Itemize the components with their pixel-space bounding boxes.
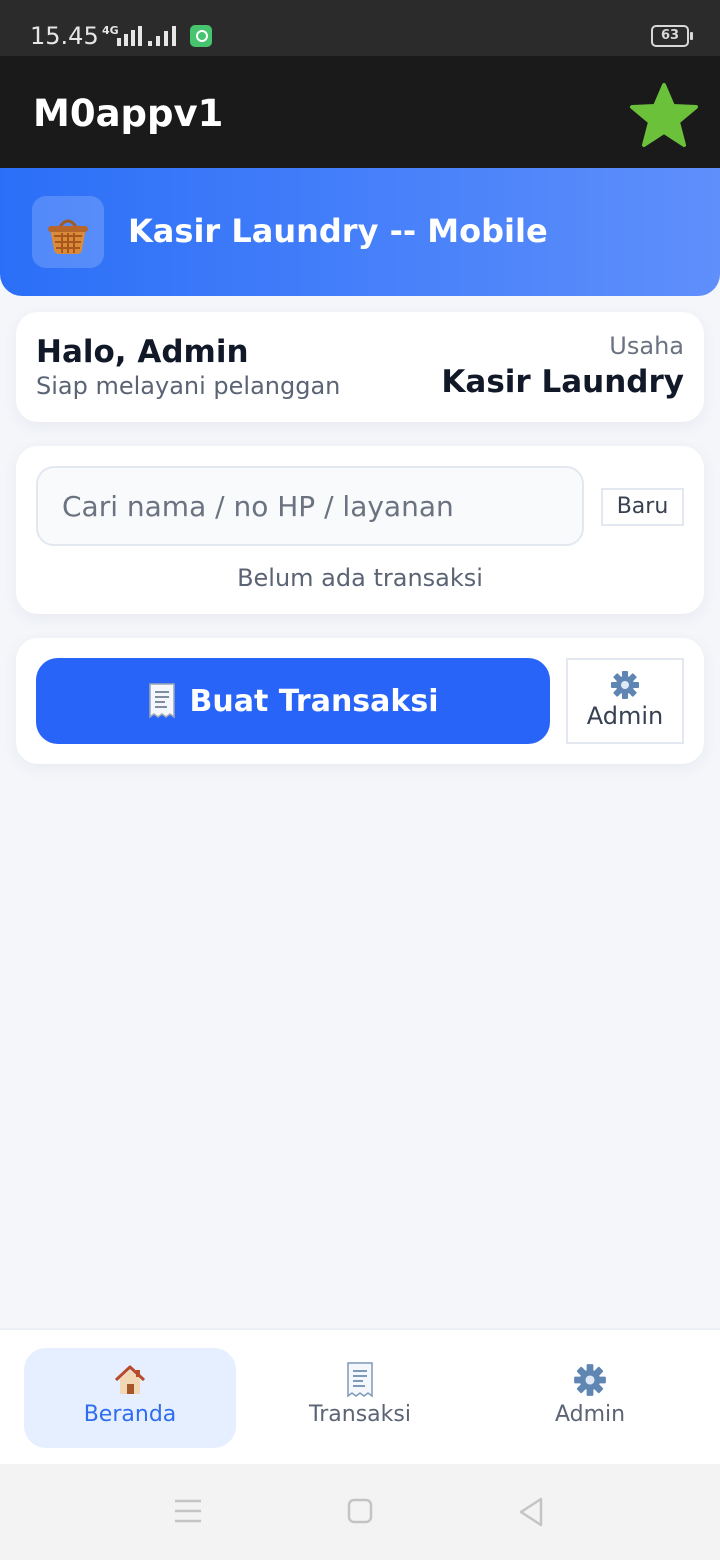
battery-icon: 63 <box>651 25 693 47</box>
greeting-subtitle: Siap melayani pelanggan <box>36 372 341 400</box>
back-icon[interactable] <box>518 1497 544 1527</box>
nav-item-transaksi[interactable]: Transaksi <box>254 1348 466 1448</box>
business-name: Kasir Laundry <box>441 364 684 400</box>
hero-title: Kasir Laundry -- Mobile <box>128 212 548 250</box>
status-time: 15.45 <box>30 22 99 50</box>
nav-label-beranda: Beranda <box>83 1402 177 1427</box>
nav-label-transaksi: Transaksi <box>309 1402 411 1427</box>
basket-icon <box>32 196 104 268</box>
gear-icon <box>611 671 639 699</box>
signal-icon <box>117 26 142 46</box>
empty-state-text: Belum ada transaksi <box>237 564 483 592</box>
bottom-navigation: Beranda Transaksi Admin <box>0 1328 720 1466</box>
system-navigation-bar <box>0 1464 720 1560</box>
star-icon[interactable] <box>629 82 699 148</box>
nav-label-admin: Admin <box>554 1402 626 1427</box>
search-input[interactable] <box>36 466 584 546</box>
home-icon <box>114 1365 146 1394</box>
search-card: Baru Belum ada transaksi <box>16 446 704 614</box>
receipt-icon <box>149 683 176 719</box>
create-transaction-label: Buat Transaksi <box>189 683 439 719</box>
gear-icon <box>574 1364 606 1396</box>
app-notification-icon <box>190 25 212 47</box>
new-transaction-button[interactable]: Baru <box>601 488 684 526</box>
menu-icon[interactable] <box>174 1498 202 1524</box>
status-bar: 15.45 4G 63 <box>0 0 720 56</box>
app-title: M0appv1 <box>33 92 224 135</box>
signal-icon <box>148 26 176 46</box>
greeting-card: Halo, Admin Siap melayani pelanggan Usah… <box>16 312 704 422</box>
business-label: Usaha <box>609 332 684 360</box>
app-bar: M0appv1 <box>0 56 720 168</box>
actions-card: Buat Transaksi Admin <box>16 638 704 764</box>
greeting-title: Halo, Admin <box>36 334 249 370</box>
nav-item-beranda[interactable]: Beranda <box>24 1348 236 1448</box>
admin-button[interactable]: Admin <box>566 658 684 744</box>
receipt-icon <box>347 1362 373 1398</box>
nav-item-admin[interactable]: Admin <box>484 1348 696 1448</box>
admin-button-label: Admin <box>586 702 664 730</box>
home-square-icon[interactable] <box>347 1498 373 1524</box>
hero-banner: Kasir Laundry -- Mobile <box>0 168 720 296</box>
create-transaction-button[interactable]: Buat Transaksi <box>36 658 550 744</box>
